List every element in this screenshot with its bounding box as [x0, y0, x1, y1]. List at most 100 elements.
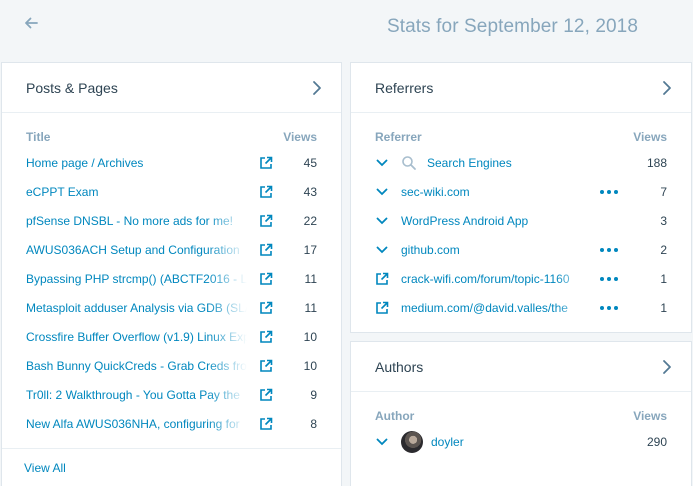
authors-list: doyler 290: [351, 427, 691, 456]
referrer-label[interactable]: medium.com/@david.valles/the: [401, 301, 589, 315]
external-link-icon[interactable]: [259, 388, 273, 402]
search-icon: [402, 155, 416, 170]
list-item: Bash Bunny QuickCreds - Grab Creds from …: [2, 351, 341, 380]
referrer-label[interactable]: WordPress Android App: [401, 214, 629, 228]
referrer-label[interactable]: crack-wifi.com/forum/topic-1160: [401, 272, 589, 286]
chevron-right-icon[interactable]: [659, 357, 675, 377]
more-actions-icon[interactable]: [589, 305, 629, 310]
list-item: Bypassing PHP strcmp() (ABCTF2016 - L33t…: [2, 264, 341, 293]
chevron-right-icon[interactable]: [309, 78, 325, 98]
chevron-down-icon[interactable]: [375, 185, 389, 199]
posts-pages-card: Posts & Pages Title Views Home page / Ar…: [1, 62, 342, 486]
more-actions-icon[interactable]: [589, 247, 629, 252]
column-header-title: Title: [26, 130, 51, 144]
post-link[interactable]: Bash Bunny QuickCreds - Grab Creds from: [26, 359, 247, 373]
external-link-icon[interactable]: [259, 243, 273, 257]
views-count: 17: [303, 242, 317, 257]
card-title: Posts & Pages: [26, 79, 118, 96]
post-link[interactable]: Crossfire Buffer Overflow (v1.9) Linux E…: [26, 330, 247, 344]
external-link-icon[interactable]: [259, 301, 273, 315]
list-item: Home page / Archives 45: [2, 148, 341, 177]
column-headers: Title Views: [2, 127, 341, 147]
referrer-label[interactable]: github.com: [401, 243, 589, 257]
post-link[interactable]: Home page / Archives: [26, 156, 247, 170]
views-count: 188: [646, 155, 667, 170]
views-count: 3: [660, 213, 667, 228]
expand-toggle[interactable]: [375, 185, 401, 199]
views-count: 7: [660, 184, 667, 199]
views-count: 290: [646, 434, 667, 449]
external-link[interactable]: [375, 301, 401, 315]
external-link-icon[interactable]: [259, 417, 273, 431]
views-count: 10: [303, 329, 317, 344]
external-link-icon[interactable]: [259, 185, 273, 199]
referrers-list: Search Engines 188 sec-wiki.com 7 WordPr…: [351, 148, 691, 322]
posts-list: Home page / Archives 45 eCPPT Exam 43 pf…: [2, 148, 341, 438]
post-link[interactable]: Bypassing PHP strcmp() (ABCTF2016 - L33t: [26, 272, 247, 286]
referrers-header[interactable]: Referrers: [351, 63, 691, 113]
posts-pages-header[interactable]: Posts & Pages: [2, 63, 341, 113]
page-title: Stats for September 12, 2018: [386, 16, 638, 37]
column-header-referrer: Referrer: [375, 130, 422, 144]
list-item: Crossfire Buffer Overflow (v1.9) Linux E…: [2, 322, 341, 351]
post-link[interactable]: eCPPT Exam: [26, 185, 247, 199]
list-item: doyler 290: [351, 427, 691, 456]
referrers-card: Referrers Referrer Views Search Engines …: [350, 62, 692, 333]
views-count: 1: [660, 300, 667, 315]
external-link-icon[interactable]: [259, 330, 273, 344]
expand-toggle[interactable]: [375, 243, 401, 257]
referrer-label[interactable]: Search Engines: [427, 156, 629, 170]
external-link-icon[interactable]: [375, 301, 389, 315]
list-item: AWUS036ACH Setup and Configuration 17: [2, 235, 341, 264]
views-count: 2: [660, 242, 667, 257]
top-bar: Stats for September 12, 2018: [0, 0, 693, 62]
external-link-icon[interactable]: [259, 272, 273, 286]
post-link[interactable]: AWUS036ACH Setup and Configuration: [26, 243, 247, 257]
column-header-author: Author: [375, 409, 415, 423]
chevron-down-icon[interactable]: [375, 435, 389, 449]
views-count: 45: [303, 155, 317, 170]
list-item: Search Engines 188: [351, 148, 691, 177]
external-link-icon[interactable]: [375, 272, 389, 286]
authors-header[interactable]: Authors: [351, 342, 691, 392]
external-link[interactable]: [375, 272, 401, 286]
views-count: 8: [310, 416, 317, 431]
list-item: medium.com/@david.valles/the 1: [351, 293, 691, 322]
list-item: New Alfa AWUS036NHA, configuring for 8: [2, 409, 341, 438]
external-link-icon[interactable]: [259, 214, 273, 228]
external-link-icon[interactable]: [259, 156, 273, 170]
chevron-down-icon[interactable]: [375, 214, 389, 228]
list-item: pfSense DNSBL - No more ads for me! 22: [2, 206, 341, 235]
card-title: Authors: [375, 358, 424, 375]
list-item: Tr0ll: 2 Walkthrough - You Gotta Pay the…: [2, 380, 341, 409]
card-title: Referrers: [375, 79, 434, 96]
expand-toggle[interactable]: [375, 214, 401, 228]
views-count: 9: [310, 387, 317, 402]
back-arrow-icon[interactable]: [20, 12, 42, 34]
post-link[interactable]: Tr0ll: 2 Walkthrough - You Gotta Pay the: [26, 388, 247, 402]
views-count: 43: [303, 184, 317, 199]
post-link[interactable]: pfSense DNSBL - No more ads for me!: [26, 214, 247, 228]
views-count: 11: [304, 300, 317, 315]
views-count: 22: [303, 213, 317, 228]
column-header-views: Views: [633, 130, 667, 144]
list-item: github.com 2: [351, 235, 691, 264]
external-link-icon[interactable]: [259, 359, 273, 373]
more-actions-icon[interactable]: [589, 189, 629, 194]
chevron-right-icon[interactable]: [659, 78, 675, 98]
chevron-down-icon[interactable]: [375, 243, 389, 257]
chevron-down-icon[interactable]: [375, 156, 389, 170]
more-actions-icon[interactable]: [589, 276, 629, 281]
list-item: crack-wifi.com/forum/topic-1160 1: [351, 264, 691, 293]
views-count: 1: [660, 271, 667, 286]
view-all-link[interactable]: View All: [24, 461, 66, 475]
avatar: [401, 430, 423, 453]
list-item: Metasploit adduser Analysis via GDB (SLA…: [2, 293, 341, 322]
expand-toggle[interactable]: [375, 155, 427, 171]
referrer-label[interactable]: sec-wiki.com: [401, 185, 589, 199]
post-link[interactable]: Metasploit adduser Analysis via GDB (SLA…: [26, 301, 247, 315]
post-link[interactable]: New Alfa AWUS036NHA, configuring for: [26, 417, 247, 431]
expand-toggle[interactable]: [375, 435, 401, 449]
author-label[interactable]: doyler: [431, 435, 629, 449]
list-item: eCPPT Exam 43: [2, 177, 341, 206]
